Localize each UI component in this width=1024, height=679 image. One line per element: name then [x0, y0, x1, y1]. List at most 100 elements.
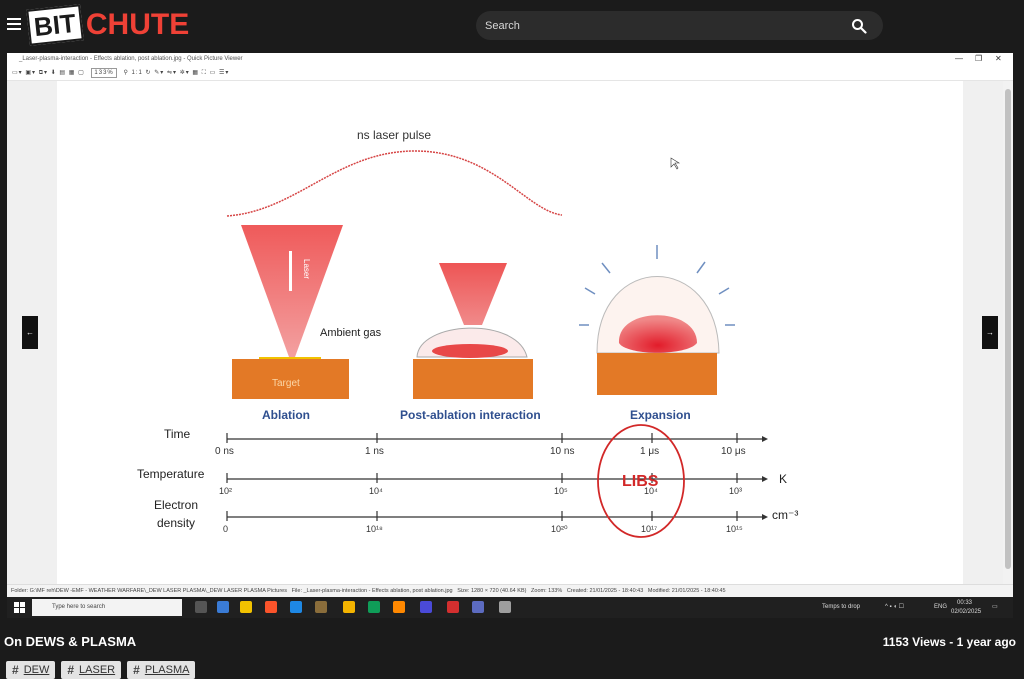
app-icon[interactable] [368, 601, 380, 613]
copy-icon[interactable]: ⧉▾ [39, 70, 48, 76]
plasma-core-2 [432, 344, 508, 358]
edit-icon[interactable]: ✎▾ [154, 70, 164, 76]
tag-list: # DEW # LASER # PLASMA [6, 661, 196, 679]
save-icon[interactable]: ▣▾ [25, 70, 36, 76]
app-icon[interactable] [499, 601, 511, 613]
pulse-label: ns laser pulse [357, 128, 431, 142]
tag-label: LASER [79, 664, 116, 676]
status-size: Size: 1280 × 720 (40.64 KB) [457, 588, 527, 594]
zoom-icon[interactable]: ⚲ [123, 70, 128, 76]
next-image-button[interactable]: → [982, 316, 998, 349]
taskbar-search[interactable]: Type here to search [32, 599, 182, 616]
viewer-title-bar: _Laser-plasma-interaction - Effects abla… [7, 53, 1013, 65]
brave-browser-icon[interactable] [265, 601, 277, 613]
viewer-window-title: _Laser-plasma-interaction - Effects abla… [19, 56, 243, 62]
video-stats: 1153 Views - 1 year ago [882, 635, 1016, 649]
hashtag-icon: # [67, 663, 75, 677]
chrome-icon[interactable] [343, 601, 355, 613]
tag-label: PLASMA [144, 664, 190, 676]
previous-image-button[interactable]: ← [22, 316, 38, 349]
bitchute-logo[interactable]: BIT CHUTE [26, 4, 190, 46]
vertical-scrollbar[interactable] [1003, 81, 1013, 584]
app-icon[interactable] [420, 601, 432, 613]
time-tick: 10 ns [550, 446, 574, 457]
tag-plasma[interactable]: # PLASMA [127, 661, 196, 679]
print-icon[interactable]: ▤ [59, 70, 66, 76]
picture-viewer-icon[interactable] [315, 601, 327, 613]
stage-ablation: Ablation [262, 408, 310, 422]
temperature-tick: 10⁵ [554, 486, 568, 496]
grid-icon[interactable]: ▦ [192, 70, 199, 76]
rotate-icon[interactable]: ↻ [146, 70, 152, 76]
language-indicator[interactable]: ENG [934, 597, 947, 618]
windows-taskbar: Type here to search Temps to drop ^ ▪ ◖ … [7, 597, 1013, 618]
viewer-toolbar: ▭▾ ▣▾ ⧉▾ ⬇ ▤ ▦ ▢ 133% ⚲ 1:1 ↻ ✎▾ ⇋▾ ✲▾ ▦… [7, 65, 1013, 81]
vlc-icon[interactable] [393, 601, 405, 613]
status-zoom: Zoom: 133% [531, 588, 563, 594]
flip-icon[interactable]: ⇋▾ [167, 70, 177, 76]
density-unit: cm⁻³ [772, 508, 798, 522]
fit-icon[interactable]: ▢ [78, 70, 85, 76]
temperature-axis-label: Temperature [137, 467, 205, 481]
app-icon[interactable] [290, 601, 302, 613]
app-icon[interactable] [472, 601, 484, 613]
time-axis-label: Time [164, 427, 191, 441]
zoom-field[interactable]: 133% [91, 68, 117, 78]
search-icon[interactable] [851, 18, 867, 34]
minimize-icon[interactable]: — [955, 53, 963, 65]
status-folder: Folder: G:\MF reh\DEW -EMF - WEATHER WAR… [11, 588, 287, 594]
density-tick: 10¹⁵ [726, 524, 743, 534]
tag-laser[interactable]: # LASER [61, 661, 122, 679]
video-title: On DEWS & PLASMA [4, 634, 137, 649]
search-input[interactable] [485, 17, 835, 35]
viewer-status-bar: Folder: G:\MF reh\DEW -EMF - WEATHER WAR… [7, 584, 1013, 597]
top-bar: BIT CHUTE [0, 0, 1024, 52]
menu-icon[interactable] [7, 18, 21, 30]
image-canvas: ns laser pulse Laser Ambient gas Target … [57, 81, 963, 584]
system-tray-icons[interactable]: ^ ▪ ◖ ☐ [885, 597, 904, 618]
open-file-icon[interactable]: ▭▾ [12, 70, 23, 76]
close-icon[interactable]: ✕ [995, 53, 1002, 65]
info-icon[interactable]: ▦ [69, 70, 76, 76]
density-tick: 10²⁰ [551, 524, 568, 534]
mouse-cursor-icon [670, 157, 681, 170]
notification-icon[interactable]: ▭ [992, 597, 998, 618]
libs-label: LIBS [622, 473, 659, 490]
stage-expansion: Expansion [630, 408, 691, 422]
density-tick: 10¹⁸ [366, 524, 383, 534]
windows-start-icon[interactable] [14, 602, 25, 613]
target-block-2 [413, 359, 533, 399]
temperature-unit: K [779, 472, 787, 486]
task-view-icon[interactable] [195, 601, 207, 613]
pulse-curve [226, 150, 563, 217]
laser-arrow [289, 251, 292, 291]
status-modified: Modified: 21/01/2025 - 18:40:45 [647, 588, 726, 594]
tag-dew[interactable]: # DEW [6, 661, 56, 679]
fullscreen-icon[interactable]: ⛶ [202, 70, 207, 76]
effects-icon[interactable]: ✲▾ [180, 70, 190, 76]
actual-size-button[interactable]: 1:1 [132, 70, 143, 76]
weather-widget[interactable]: Temps to drop [822, 597, 860, 618]
density-tick: 0 [223, 524, 228, 534]
more-icon[interactable]: ☰▾ [219, 70, 229, 76]
temperature-tick: 10³ [729, 486, 742, 496]
time-tick: 10 μs [721, 446, 746, 457]
logo-chute-text: CHUTE [85, 8, 190, 41]
ambient-gas-label: Ambient gas [320, 327, 382, 339]
time-tick: 1 ns [365, 446, 384, 457]
video-player[interactable]: _Laser-plasma-interaction - Effects abla… [7, 53, 1013, 618]
status-file: File: _Laser-plasma-interaction - Effect… [291, 588, 453, 594]
taskbar-search-placeholder: Type here to search [52, 604, 106, 610]
status-created: Created: 21/01/2025 - 18:40:43 [566, 588, 644, 594]
clock-date[interactable]: 02/02/2025 [951, 607, 981, 617]
target-block-3 [597, 353, 717, 395]
download-icon[interactable]: ⬇ [51, 70, 57, 76]
density-tick: 10¹⁷ [641, 524, 657, 534]
target-label: Target [272, 378, 300, 389]
temperature-tick: 10⁴ [369, 486, 383, 496]
maximize-icon[interactable]: ❐ [975, 53, 982, 65]
window-icon[interactable]: ▭ [210, 70, 217, 76]
app-icon[interactable] [217, 601, 229, 613]
file-explorer-icon[interactable] [240, 601, 252, 613]
pdf-reader-icon[interactable] [447, 601, 459, 613]
